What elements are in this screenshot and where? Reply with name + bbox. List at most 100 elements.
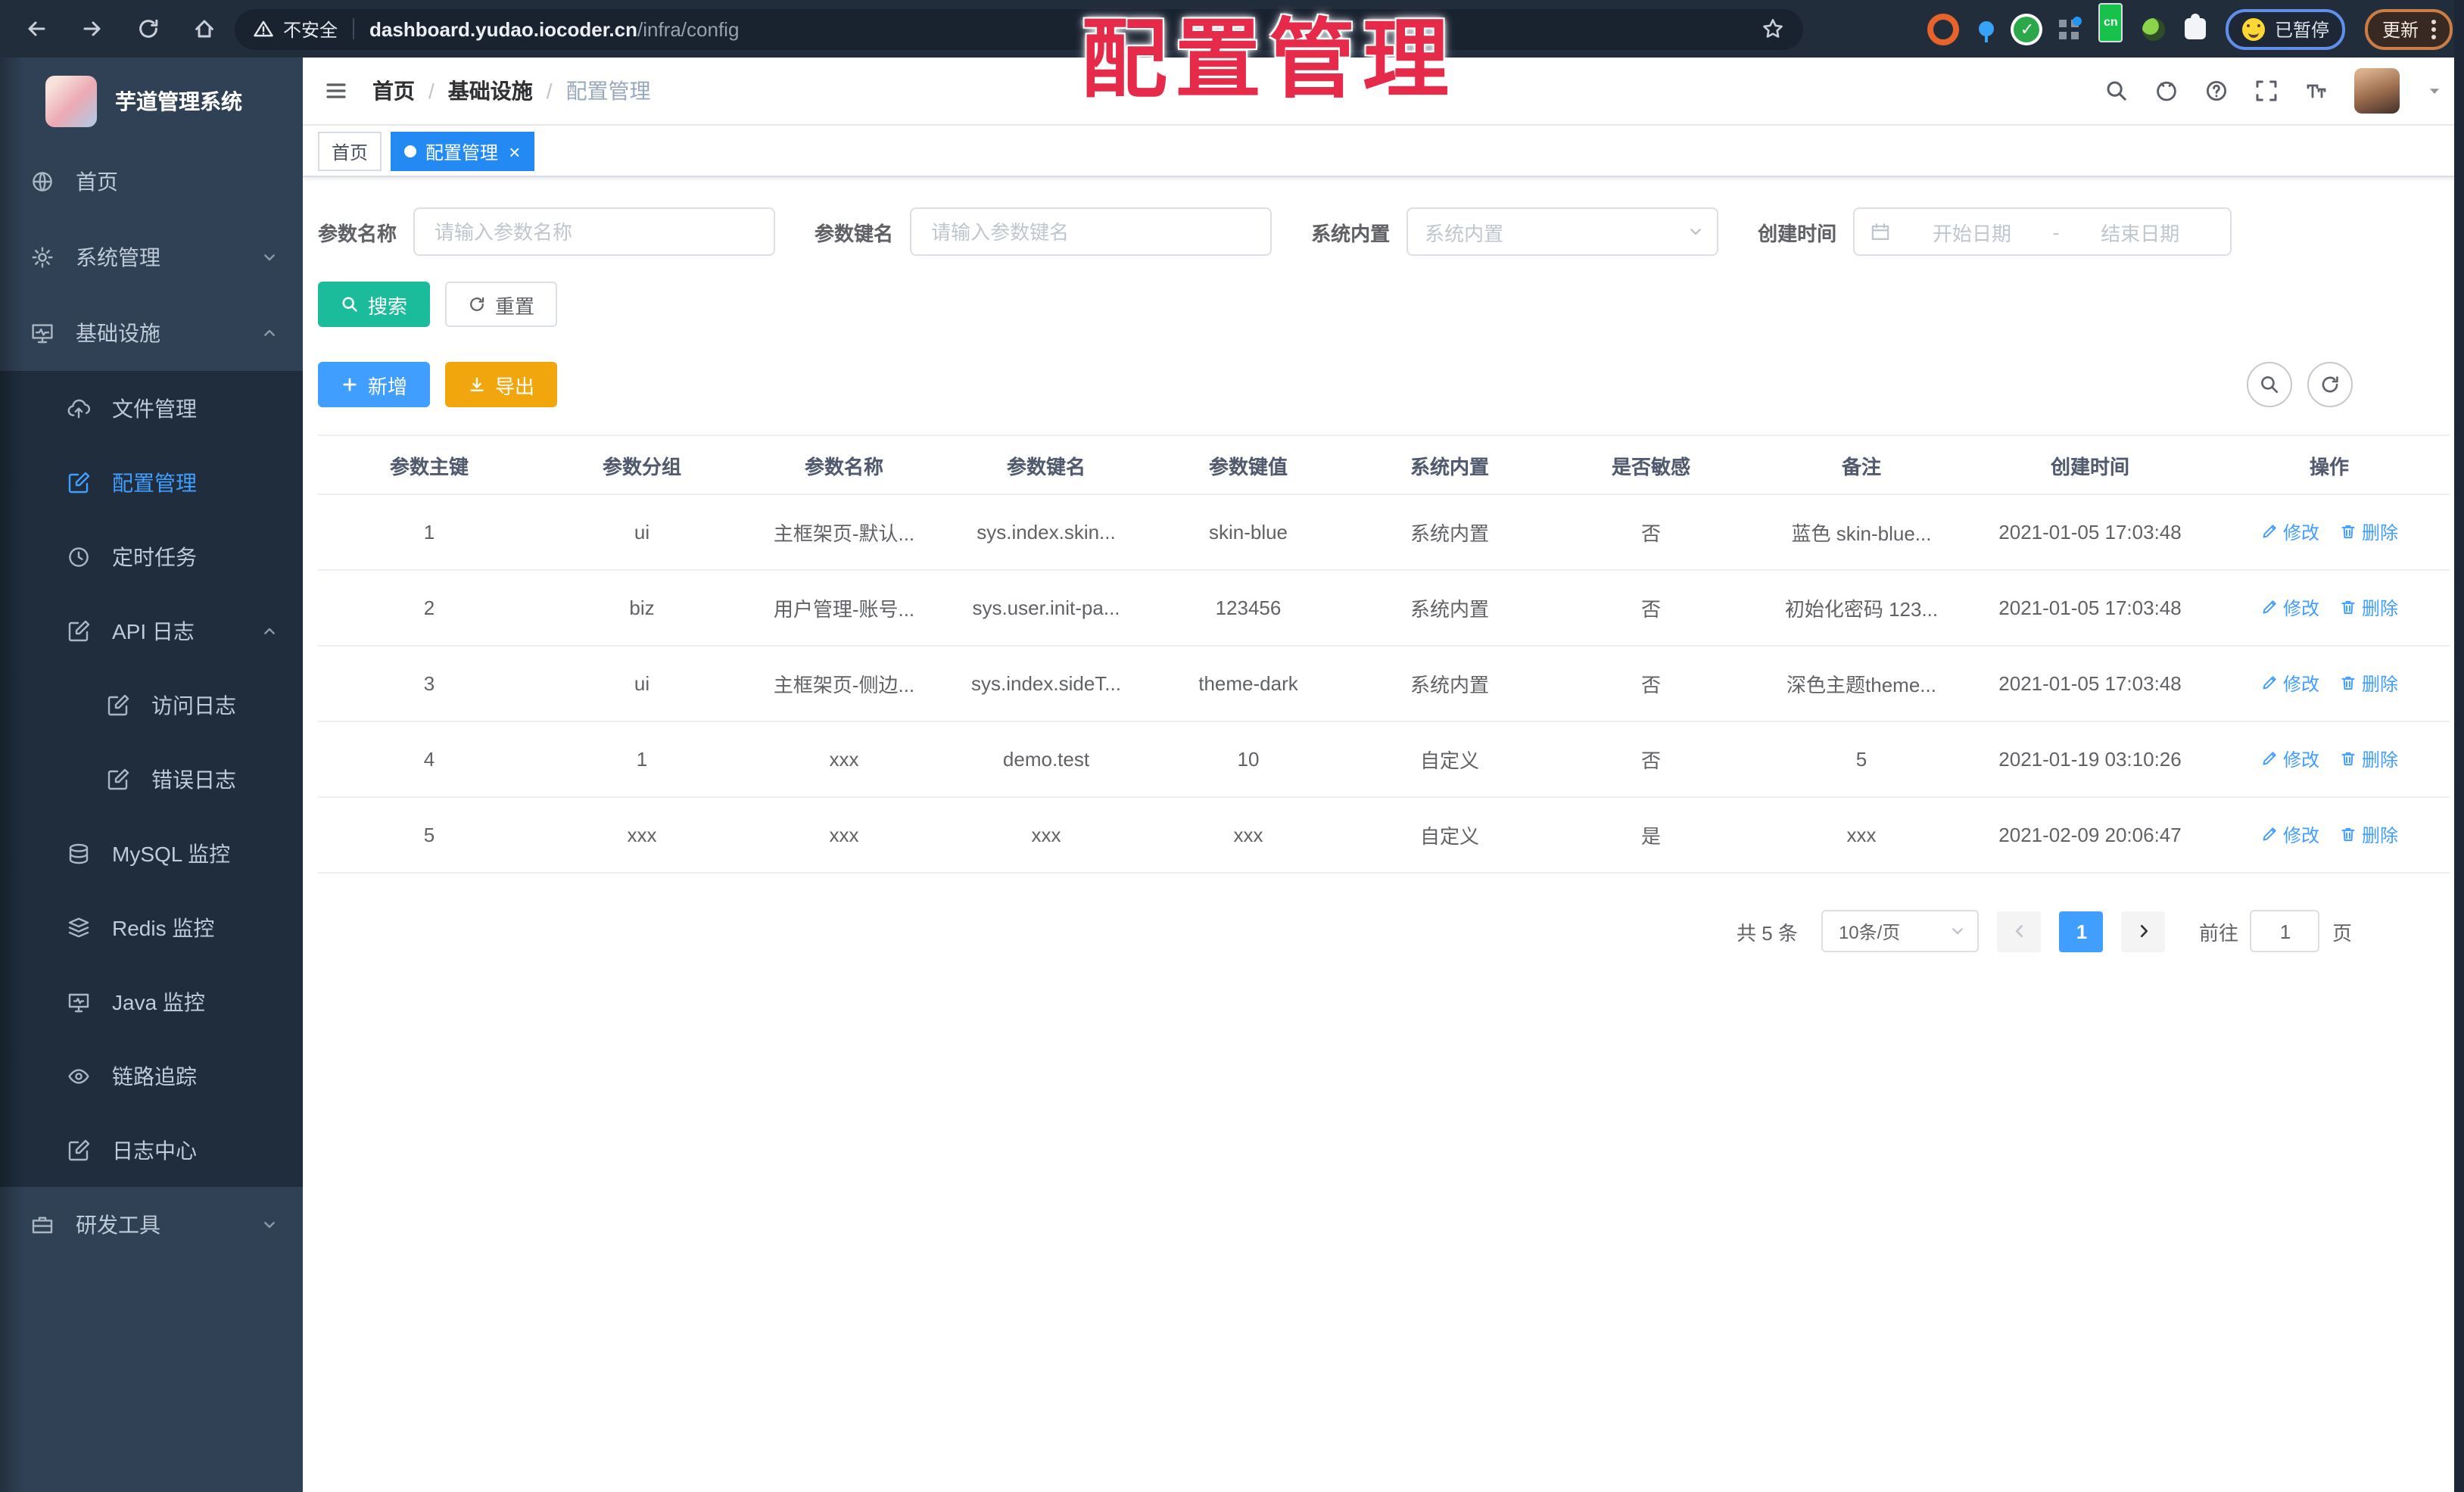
extensions-puzzle-icon[interactable] [2185, 14, 2207, 39]
sidebar-item-研发工具[interactable]: 研发工具 [0, 1187, 303, 1263]
table-cell: sys.user.init-pa... [945, 570, 1148, 646]
delete-link[interactable]: 删除 [2339, 822, 2398, 848]
github-icon[interactable] [2154, 79, 2178, 103]
table-cell: 2021-01-05 17:03:48 [1971, 494, 2209, 571]
delete-link[interactable]: 删除 [2339, 671, 2398, 696]
delete-link[interactable]: 删除 [2339, 746, 2398, 772]
reload-icon[interactable] [130, 11, 167, 47]
breadcrumb-item[interactable]: 首页 [372, 76, 415, 106]
browser-menu-icon[interactable] [2431, 19, 2435, 39]
prev-page-button[interactable] [1997, 911, 2042, 952]
sidebar-item-系统管理[interactable]: 系统管理 [0, 220, 303, 295]
search-icon[interactable] [2104, 79, 2128, 103]
tag-active[interactable]: 配置管理 × [391, 132, 534, 171]
sidebar-item-错误日志[interactable]: 错误日志 [0, 742, 303, 816]
search-button[interactable]: 搜索 [318, 282, 431, 327]
column-header: 是否敏感 [1550, 435, 1752, 495]
extension-orange-icon[interactable] [1927, 13, 1960, 45]
sidebar-item-首页[interactable]: 首页 [0, 144, 303, 220]
sidebar-item-Java-监控[interactable]: Java 监控 [0, 964, 303, 1039]
eye-icon [67, 1064, 91, 1088]
sidebar-item-API-日志[interactable]: API 日志 [0, 593, 303, 668]
delete-link[interactable]: 删除 [2339, 519, 2398, 545]
date-range-separator: - [2052, 220, 2060, 243]
sidebar-item-访问日志[interactable]: 访问日志 [0, 668, 303, 742]
row-actions-cell: 修改 删除 [2209, 646, 2450, 722]
profile-paused-badge[interactable]: 已暂停 [2226, 8, 2346, 49]
delete-link[interactable]: 删除 [2339, 595, 2398, 621]
tag-item[interactable]: 首页 [318, 132, 382, 171]
row-actions-cell: 修改 删除 [2209, 797, 2450, 874]
address-bar[interactable]: 不安全 dashboard.yudao.iocoder.cn /infra/co… [235, 8, 1803, 49]
table-cell: skin-blue [1148, 494, 1349, 571]
next-page-button[interactable] [2121, 911, 2166, 952]
add-button[interactable]: 新增 [318, 362, 431, 407]
page-number-button[interactable]: 1 [2059, 911, 2104, 952]
table-cell: 蓝色 skin-blue... [1752, 494, 1971, 571]
reset-button[interactable]: 重置 [445, 282, 558, 327]
start-date-placeholder[interactable]: 开始日期 [1897, 217, 2047, 246]
add-button-label: 新增 [368, 375, 408, 397]
table-cell: 2021-01-05 17:03:48 [1971, 570, 2209, 646]
param-name-input[interactable] [431, 219, 758, 245]
toggle-search-button[interactable] [2246, 362, 2291, 407]
help-icon[interactable] [2204, 79, 2228, 103]
table-cell: 123456 [1148, 570, 1349, 646]
edit-link[interactable]: 修改 [2260, 595, 2319, 621]
sidebar-item-Redis-监控[interactable]: Redis 监控 [0, 890, 303, 964]
sidebar-item-文件管理[interactable]: 文件管理 [0, 371, 303, 445]
filter-key-field[interactable] [910, 207, 1272, 256]
user-avatar[interactable] [2353, 68, 2399, 114]
table-cell: 自定义 [1349, 721, 1550, 798]
extension-leaf-icon[interactable] [2142, 17, 2166, 40]
sidebar-item-label: 系统管理 [76, 245, 160, 269]
sidebar-item-链路追踪[interactable]: 链路追踪 [0, 1039, 303, 1113]
builtin-select[interactable]: 系统内置 [1406, 207, 1719, 256]
goto-page-input[interactable] [2250, 910, 2320, 952]
sidebar-item-MySQL-监控[interactable]: MySQL 监控 [0, 816, 303, 890]
sidebar-item-label: 首页 [76, 170, 118, 194]
export-button[interactable]: 导出 [445, 362, 558, 407]
forward-icon[interactable] [74, 11, 111, 47]
end-date-placeholder[interactable]: 结束日期 [2065, 217, 2215, 246]
edit-link[interactable]: 修改 [2260, 519, 2319, 545]
main-area: 首页/基础设施/配置管理 首页配置管理× 参数名称 参数键名 系统内置 系统 [303, 58, 2464, 1492]
filter-name-field[interactable] [413, 207, 776, 256]
avatar-caret-icon[interactable] [2425, 82, 2443, 100]
browser-update-button[interactable]: 更新 [2365, 8, 2452, 49]
extension-check-icon[interactable]: ✓ [2014, 16, 2040, 42]
sidebar-item-日志中心[interactable]: 日志中心 [0, 1113, 303, 1187]
security-warning-icon[interactable] [253, 18, 274, 39]
extension-pin-icon[interactable] [1979, 21, 1995, 42]
bookmark-star-icon[interactable] [1761, 17, 1785, 41]
extension-cn-icon[interactable]: cn [2098, 2, 2123, 42]
sidebar-item-基础设施[interactable]: 基础设施 [0, 295, 303, 371]
hamburger-icon[interactable] [324, 79, 348, 103]
page-size-select[interactable]: 10条/页 [1821, 910, 1980, 952]
tags-view: 首页 配置管理 × [303, 126, 2464, 177]
sidebar-item-配置管理[interactable]: 配置管理 [0, 445, 303, 519]
tag-dot-icon [404, 145, 417, 157]
sidebar-menu: 首页系统管理基础设施 文件管理 配置管理 定时任务 API 日志 访问日志 错误日志 MySQ… [0, 144, 303, 1263]
breadcrumb-item[interactable]: 基础设施 [448, 76, 533, 106]
trash-icon [2339, 826, 2357, 844]
table-cell: 5 [1752, 721, 1971, 798]
trash-icon [2339, 523, 2357, 541]
log-center-icon [67, 1138, 91, 1162]
tag-close-icon[interactable]: × [509, 142, 520, 161]
sidebar-item-定时任务[interactable]: 定时任务 [0, 519, 303, 593]
extension-grid-icon[interactable] [2059, 16, 2082, 39]
back-icon[interactable] [18, 11, 55, 47]
sidebar-item-label: MySQL 监控 [112, 841, 231, 865]
refresh-button[interactable] [2307, 362, 2352, 407]
date-range-picker[interactable]: 开始日期 - 结束日期 [1853, 207, 2232, 256]
edit-link[interactable]: 修改 [2260, 746, 2319, 772]
sidebar-item-label: 链路追踪 [112, 1064, 197, 1088]
home-icon[interactable] [186, 11, 223, 47]
param-key-input[interactable] [928, 219, 1254, 245]
edit-link[interactable]: 修改 [2260, 822, 2319, 848]
fullscreen-icon[interactable] [2254, 79, 2278, 103]
font-size-icon[interactable] [2304, 79, 2328, 103]
config-table-wrap: 参数主键 参数分组 参数名称 参数键名 参数键值 系统内置 是否敏感 备注 创建时间 操作 1 ui 主… [318, 435, 2450, 874]
edit-link[interactable]: 修改 [2260, 671, 2319, 696]
